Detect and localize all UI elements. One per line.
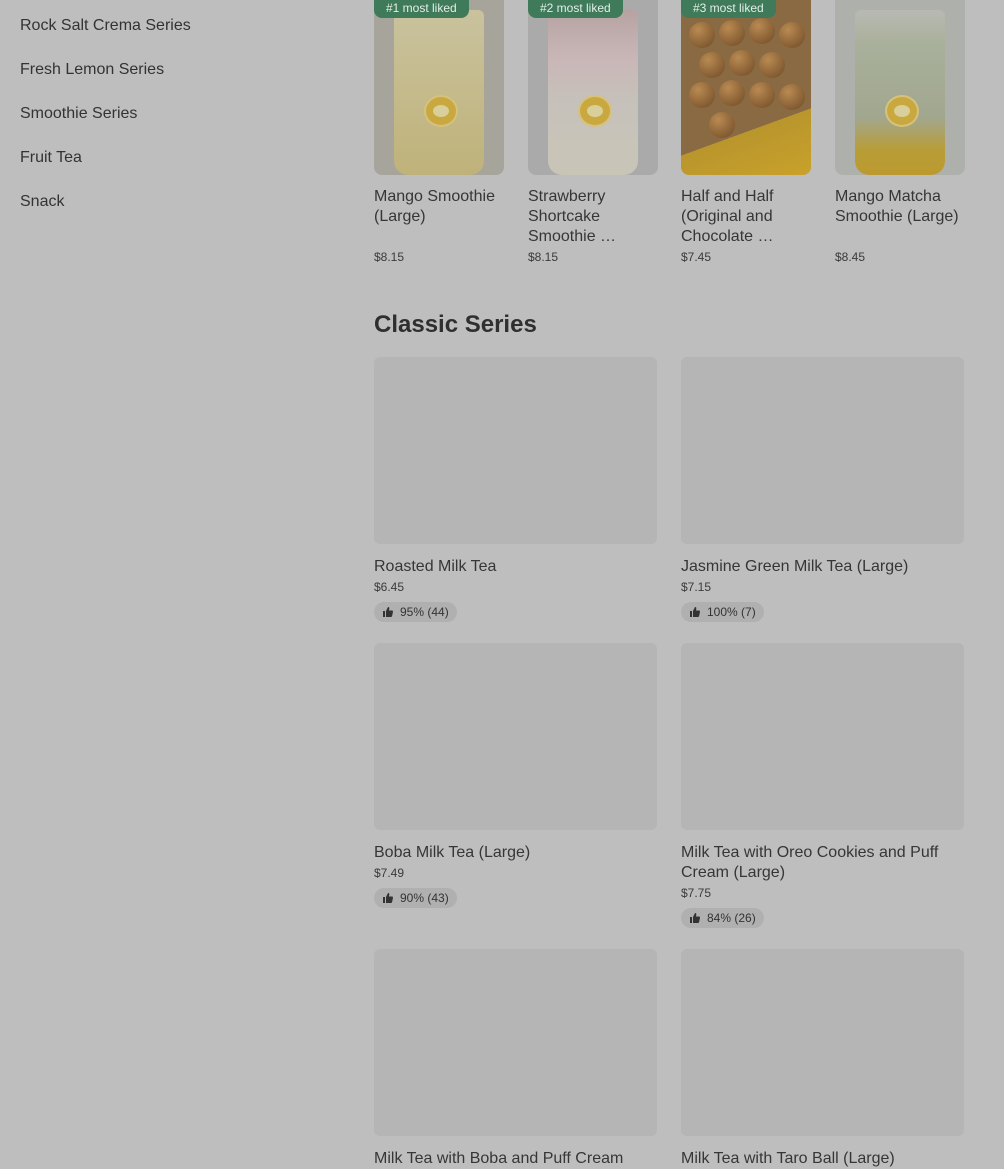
product-image[interactable] (681, 357, 964, 544)
product-name[interactable]: Roasted Milk Tea (374, 557, 657, 577)
rating-badge: 90% (43) (374, 888, 457, 908)
product-image[interactable] (374, 357, 657, 544)
product-name[interactable]: Milk Tea with Boba and Puff Cream (374, 1149, 657, 1169)
sidebar-item-fresh-lemon[interactable]: Fresh Lemon Series (20, 60, 320, 104)
product-name[interactable]: Milk Tea with Taro Ball (Large) (681, 1149, 964, 1169)
most-liked-badge: #2 most liked (528, 0, 623, 18)
product-card[interactable]: Milk Tea with Oreo Cookies and Puff Crea… (681, 643, 964, 929)
thumbs-up-icon (383, 607, 394, 617)
rating-text: 90% (43) (400, 891, 449, 905)
rating-badge: 84% (26) (681, 908, 764, 928)
product-image[interactable] (374, 949, 657, 1136)
featured-item[interactable]: Mango Matcha Smoothie (Large) $8.45 (835, 0, 965, 264)
product-image[interactable]: #2 most liked (528, 0, 658, 175)
sidebar-item-smoothie[interactable]: Smoothie Series (20, 104, 320, 148)
section-title: Classic Series (374, 311, 537, 338)
product-image[interactable] (835, 0, 965, 175)
thumbs-up-icon (383, 893, 394, 903)
product-price: $8.45 (835, 250, 866, 264)
rating-badge: 95% (44) (374, 602, 457, 622)
rating-text: 95% (44) (400, 605, 449, 619)
rating-text: 100% (7) (707, 605, 756, 619)
product-image[interactable]: #3 most liked (681, 0, 811, 175)
category-sidebar: Rock Salt Crema Series Fresh Lemon Serie… (20, 16, 320, 236)
product-card[interactable]: Boba Milk Tea (Large) $7.49 90% (43) (374, 643, 657, 909)
product-name[interactable]: Mango Smoothie (Large) (374, 187, 504, 247)
brand-logo-icon (578, 95, 612, 127)
product-image[interactable] (681, 643, 964, 830)
product-price: $8.15 (528, 250, 559, 264)
product-price: $8.15 (374, 250, 405, 264)
thumbs-up-icon (690, 607, 701, 617)
sidebar-item-snack[interactable]: Snack (20, 192, 320, 236)
most-liked-row: #1 most liked Mango Smoothie (Large) $8.… (374, 0, 974, 270)
product-image[interactable] (374, 643, 657, 830)
featured-item[interactable]: #1 most liked Mango Smoothie (Large) $8.… (374, 0, 504, 264)
sidebar-item-rock-salt-crema[interactable]: Rock Salt Crema Series (20, 16, 320, 60)
product-card[interactable]: Milk Tea with Boba and Puff Cream (374, 949, 657, 1169)
product-card[interactable]: Roasted Milk Tea $6.45 95% (44) (374, 357, 657, 623)
rating-text: 84% (26) (707, 911, 756, 925)
product-card[interactable]: Jasmine Green Milk Tea (Large) $7.15 100… (681, 357, 964, 623)
product-image[interactable] (681, 949, 964, 1136)
product-name[interactable]: Milk Tea with Oreo Cookies and Puff Crea… (681, 843, 964, 883)
sidebar-item-fruit-tea[interactable]: Fruit Tea (20, 148, 320, 192)
product-card[interactable]: Milk Tea with Taro Ball (Large) (681, 949, 964, 1169)
product-name[interactable]: Half and Half (Original and Chocolate … (681, 187, 811, 247)
rating-badge: 100% (7) (681, 602, 764, 622)
product-name[interactable]: Boba Milk Tea (Large) (374, 843, 657, 863)
product-price: $7.45 (681, 250, 712, 264)
product-name[interactable]: Strawberry Shortcake Smoothie … (528, 187, 658, 247)
product-price: $7.49 (374, 866, 405, 880)
brand-logo-icon (885, 95, 919, 127)
product-price: $6.45 (374, 580, 405, 594)
product-name[interactable]: Mango Matcha Smoothie (Large) (835, 187, 965, 247)
brand-logo-icon (424, 95, 458, 127)
product-name[interactable]: Jasmine Green Milk Tea (Large) (681, 557, 964, 577)
product-price: $7.75 (681, 886, 712, 900)
thumbs-up-icon (690, 913, 701, 923)
most-liked-badge: #3 most liked (681, 0, 776, 18)
product-price: $7.15 (681, 580, 712, 594)
most-liked-badge: #1 most liked (374, 0, 469, 18)
featured-item[interactable]: #3 most liked Half and Half (Original an… (681, 0, 811, 264)
featured-item[interactable]: #2 most liked Strawberry Shortcake Smoot… (528, 0, 658, 264)
product-image[interactable]: #1 most liked (374, 0, 504, 175)
